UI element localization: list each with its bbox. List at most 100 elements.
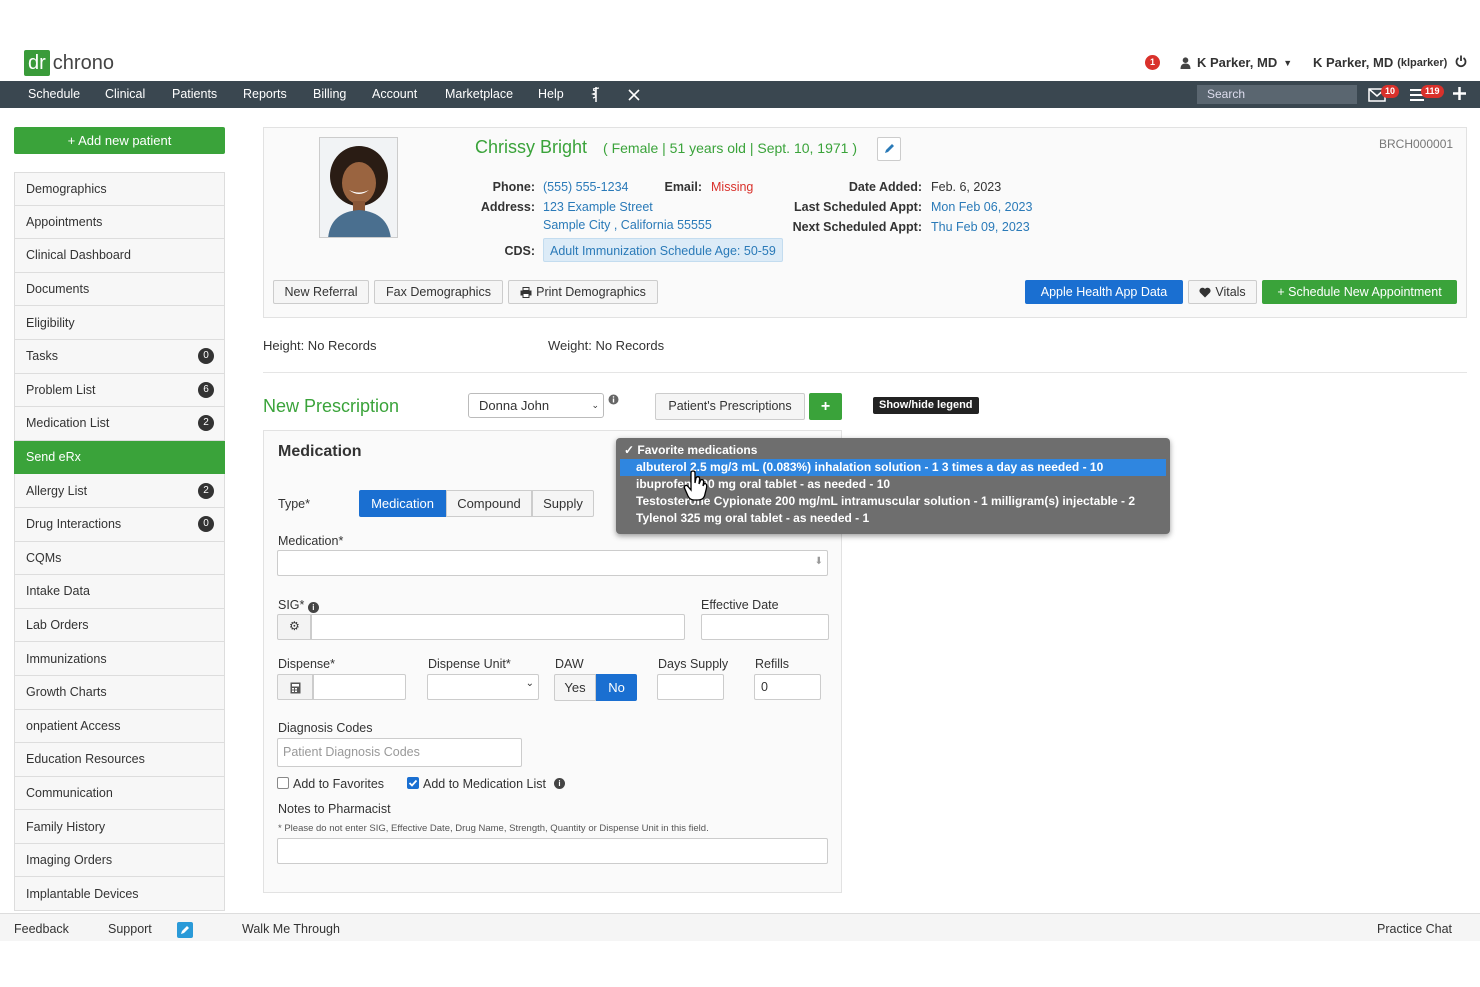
info-icon[interactable]: i <box>307 602 319 613</box>
prescriber-select[interactable]: Donna John ⌄ <box>468 393 604 418</box>
sidebar-item-label: Imaging Orders <box>26 853 113 868</box>
daw-yes-button[interactable]: Yes <box>554 674 596 701</box>
new-referral-button[interactable]: New Referral <box>273 280 369 304</box>
vitals-button[interactable]: Vitals <box>1188 280 1257 304</box>
add-to-medication-list-checkbox[interactable] <box>407 777 419 789</box>
patient-address-line2[interactable]: Sample City , California 55555 <box>543 218 712 232</box>
sidebar-item-tasks[interactable]: Tasks 0 <box>14 339 225 374</box>
nav-clinical[interactable]: Clinical <box>105 81 145 108</box>
pencil-icon <box>885 144 894 153</box>
type-medication-tab[interactable]: Medication <box>359 490 446 517</box>
type-compound-tab[interactable]: Compound <box>446 490 532 517</box>
sidebar-item-demographics[interactable]: Demographics <box>14 172 225 206</box>
nav-account[interactable]: Account <box>372 81 417 108</box>
cds-badge[interactable]: Adult Immunization Schedule Age: 50-59 <box>543 238 783 262</box>
nav-patients[interactable]: Patients <box>172 81 217 108</box>
sidebar-item-medication-list[interactable]: Medication List 2 <box>14 407 225 441</box>
support-link[interactable]: Support <box>108 914 152 944</box>
daw-label: DAW <box>555 657 584 671</box>
practice-chat-link[interactable]: Practice Chat <box>1377 914 1452 944</box>
edit-note-icon[interactable] <box>177 922 193 938</box>
nav-marketplace[interactable]: Marketplace <box>445 81 513 108</box>
patient-name: Chrissy Bright <box>475 137 588 157</box>
dispense-calculator-button[interactable] <box>277 674 313 700</box>
sidebar-item-imaging-orders[interactable]: Imaging Orders <box>14 843 225 878</box>
alert-indicator[interactable]: 1 <box>1145 55 1160 70</box>
sig-label: SIG* i <box>278 598 319 613</box>
effective-date-input[interactable] <box>701 614 829 640</box>
type-label: Type* <box>278 497 310 511</box>
caduceus-icon[interactable] <box>591 81 601 108</box>
sidebar-item-allergy-list[interactable]: Allergy List 2 <box>14 474 225 508</box>
add-new-patient-button[interactable]: + Add new patient <box>14 127 225 154</box>
sig-input[interactable] <box>311 614 685 640</box>
user-menu[interactable]: K Parker, MD ▼ <box>1180 55 1292 70</box>
sidebar-item-growth-charts[interactable]: Growth Charts <box>14 675 225 710</box>
user-account[interactable]: K Parker, MD (klparker) <box>1313 55 1447 70</box>
sidebar-count-badge: 6 <box>198 381 214 398</box>
x-icon[interactable] <box>628 81 640 108</box>
sidebar-item-lab-orders[interactable]: Lab Orders <box>14 608 225 643</box>
patient-address-line1[interactable]: 123 Example Street <box>543 200 653 214</box>
sidebar-item-documents[interactable]: Documents <box>14 272 225 307</box>
fax-demographics-button[interactable]: Fax Demographics <box>374 280 503 304</box>
sidebar-item-intake-data[interactable]: Intake Data <box>14 575 225 609</box>
add-to-favorites-checkbox[interactable] <box>277 777 289 789</box>
drchrono-logo[interactable]: dr chrono <box>24 50 114 76</box>
dispense-input[interactable] <box>313 674 406 700</box>
logout-button[interactable] <box>1455 55 1467 68</box>
sidebar-item-cqms[interactable]: CQMs <box>14 541 225 576</box>
info-icon[interactable] <box>608 394 619 405</box>
type-supply-tab[interactable]: Supply <box>532 490 594 517</box>
diagnosis-codes-input[interactable]: Patient Diagnosis Codes <box>277 738 522 767</box>
next-appt[interactable]: Thu Feb 09, 2023 <box>931 220 1030 234</box>
alert-count: 1 <box>1145 55 1160 70</box>
user-menu-label: K Parker, MD <box>1197 55 1278 70</box>
sidebar-item-education-resources[interactable]: Education Resources <box>14 743 225 777</box>
dispense-unit-select[interactable]: ⌄ <box>427 674 539 700</box>
last-appt[interactable]: Mon Feb 06, 2023 <box>931 200 1032 214</box>
medication-input[interactable]: ⬇ <box>277 550 828 576</box>
sidebar-item-communication[interactable]: Communication <box>14 776 225 811</box>
notes-to-pharmacist-input[interactable] <box>277 838 828 864</box>
walk-me-through-link[interactable]: Walk Me Through <box>242 914 340 944</box>
sidebar-item-send-erx[interactable]: Send eRx <box>14 440 225 475</box>
days-supply-label: Days Supply <box>658 657 729 671</box>
apple-health-button[interactable]: Apple Health App Data <box>1025 280 1183 304</box>
sidebar-item-appointments[interactable]: Appointments <box>14 205 225 240</box>
sidebar-item-family-history[interactable]: Family History <box>14 810 225 844</box>
days-supply-input[interactable] <box>657 674 724 700</box>
checkmark-icon <box>408 779 418 787</box>
favorite-option-tylenol[interactable]: Tylenol 325 mg oral tablet - as needed -… <box>620 510 1166 527</box>
sidebar-item-onpatient-access[interactable]: onpatient Access <box>14 709 225 744</box>
sidebar-item-eligibility[interactable]: Eligibility <box>14 306 225 340</box>
patient-phone[interactable]: (555) 555-1234 <box>543 180 628 194</box>
sidebar-item-label: Growth Charts <box>26 685 107 700</box>
edit-patient-button[interactable] <box>877 137 901 161</box>
info-icon[interactable]: i <box>554 778 565 789</box>
nav-reports[interactable]: Reports <box>243 81 287 108</box>
phone-label: Phone: <box>492 180 535 194</box>
nav-search-input[interactable]: Search <box>1197 85 1357 104</box>
feedback-link[interactable]: Feedback <box>14 914 69 944</box>
sig-builder-button[interactable]: ⚙ <box>277 614 311 640</box>
sidebar-item-clinical-dashboard[interactable]: Clinical Dashboard <box>14 239 225 273</box>
patients-prescriptions-button[interactable]: Patient's Prescriptions <box>655 393 805 420</box>
nav-help[interactable]: Help <box>538 81 564 108</box>
sidebar-item-drug-interactions[interactable]: Drug Interactions 0 <box>14 507 225 542</box>
nav-billing[interactable]: Billing <box>313 81 346 108</box>
height-record: Height: No Records <box>263 338 377 353</box>
sidebar-item-implantable-devices[interactable]: Implantable Devices <box>14 877 225 912</box>
nav-schedule[interactable]: Schedule <box>28 81 80 108</box>
daw-no-button[interactable]: No <box>596 674 637 701</box>
schedule-new-appointment-button[interactable]: + Schedule New Appointment <box>1262 280 1457 304</box>
refills-input[interactable]: 0 <box>754 674 821 700</box>
add-new-button[interactable] <box>1452 86 1467 101</box>
sidebar-item-immunizations[interactable]: Immunizations <box>14 642 225 676</box>
print-demographics-button[interactable]: Print Demographics <box>508 280 658 304</box>
medication-heading: Medication <box>278 443 362 460</box>
sidebar-item-problem-list[interactable]: Problem List 6 <box>14 373 225 408</box>
next-appt-label: Next Scheduled Appt: <box>792 220 922 234</box>
add-prescription-button[interactable]: + <box>809 393 842 420</box>
show-hide-legend-button[interactable]: Show/hide legend <box>873 397 979 414</box>
